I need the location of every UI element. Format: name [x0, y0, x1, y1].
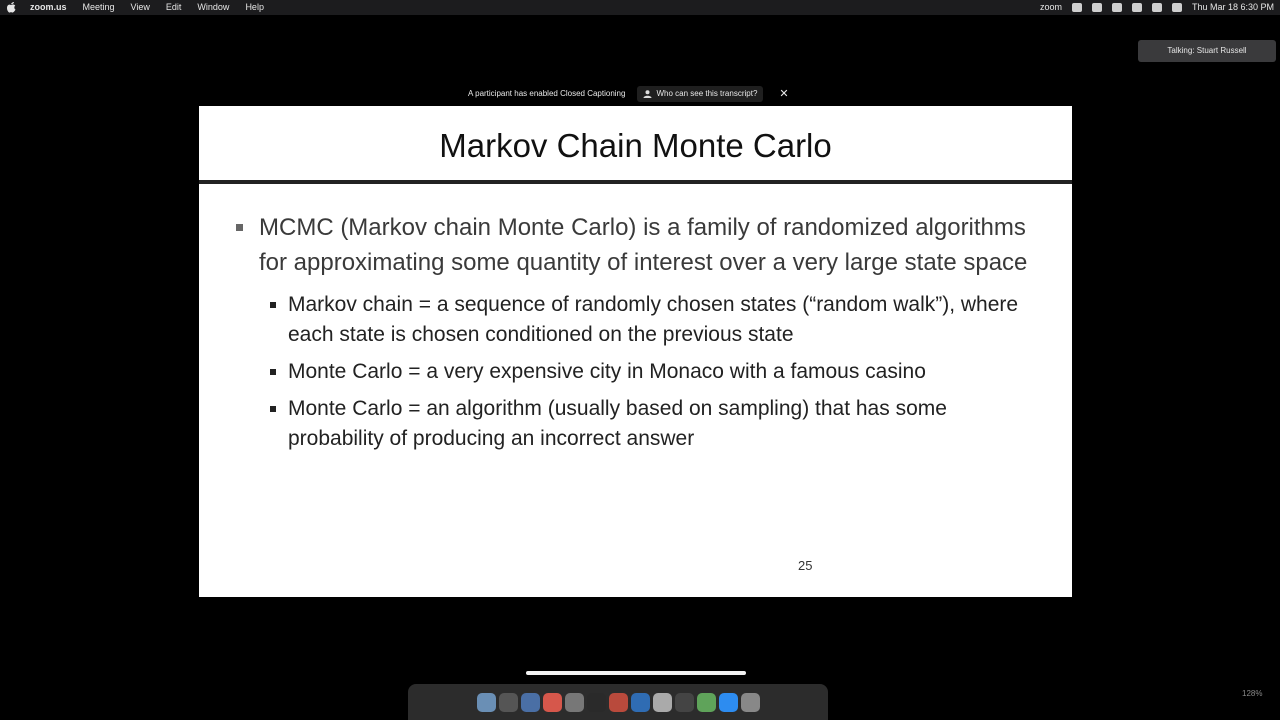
messages-icon[interactable]	[696, 692, 716, 712]
bluetooth-icon[interactable]	[1111, 3, 1122, 12]
talking-indicator: Talking: Stuart Russell	[1138, 40, 1276, 62]
dock	[408, 684, 828, 720]
person-icon	[643, 90, 652, 98]
screen-share-icon[interactable]	[1071, 3, 1082, 12]
finder-icon[interactable]	[476, 692, 496, 712]
caption-notice-text: A participant has enabled Closed Caption…	[468, 89, 626, 98]
preview-icon[interactable]	[674, 692, 694, 712]
notes-icon[interactable]	[652, 692, 672, 712]
zoom-status-item[interactable]: zoom	[1040, 0, 1062, 15]
close-icon[interactable]: ✕	[779, 86, 788, 102]
zoom-app-icon[interactable]	[718, 692, 738, 712]
settings-icon[interactable]	[564, 692, 584, 712]
menu-view[interactable]: View	[131, 0, 150, 15]
main-bullet: MCMC (Markov chain Monte Carlo) is a fam…	[236, 210, 1039, 280]
wifi-icon[interactable]	[1151, 3, 1162, 12]
launchpad-icon[interactable]	[498, 692, 518, 712]
sub-bullet: Monte Carlo = a very expensive city in M…	[270, 357, 1039, 387]
zoom-level: 128%	[1242, 689, 1263, 698]
safari-icon[interactable]	[520, 692, 540, 712]
slide-content: MCMC (Markov chain Monte Carlo) is a fam…	[236, 210, 1039, 461]
slide-page-number: 25	[798, 558, 813, 573]
sub-bullet-list: Markov chain = a sequence of randomly ch…	[239, 290, 1039, 454]
home-indicator	[526, 671, 746, 675]
trash-icon[interactable]	[740, 692, 760, 712]
who-can-see-button[interactable]: Who can see this transcript?	[637, 86, 764, 102]
menu-help[interactable]: Help	[245, 0, 264, 15]
title-divider	[199, 180, 1072, 184]
search-icon[interactable]	[1171, 3, 1182, 12]
chrome-icon[interactable]	[542, 692, 562, 712]
sub-bullet: Monte Carlo = an algorithm (usually base…	[270, 394, 1039, 454]
slide-title: Markov Chain Monte Carlo	[439, 127, 832, 164]
status-icon[interactable]	[1091, 3, 1102, 12]
clock[interactable]: Thu Mar 18 6:30 PM	[1192, 0, 1274, 15]
battery-icon[interactable]	[1131, 3, 1142, 12]
menu-bar: zoom.us Meeting View Edit Window Help zo…	[0, 0, 1280, 15]
word-icon[interactable]	[630, 692, 650, 712]
menu-window[interactable]: Window	[197, 0, 229, 15]
sub-bullet: Markov chain = a sequence of randomly ch…	[270, 290, 1039, 350]
terminal-icon[interactable]	[586, 692, 606, 712]
shared-slide: Markov Chain Monte Carlo MCMC (Markov ch…	[199, 106, 1072, 597]
apple-icon[interactable]	[6, 2, 16, 13]
menu-meeting[interactable]: Meeting	[83, 0, 115, 15]
who-can-see-label: Who can see this transcript?	[656, 89, 758, 98]
menu-app-name[interactable]: zoom.us	[30, 0, 67, 15]
closed-caption-notice: A participant has enabled Closed Caption…	[462, 86, 818, 102]
powerpoint-icon[interactable]	[608, 692, 628, 712]
menu-edit[interactable]: Edit	[166, 0, 182, 15]
